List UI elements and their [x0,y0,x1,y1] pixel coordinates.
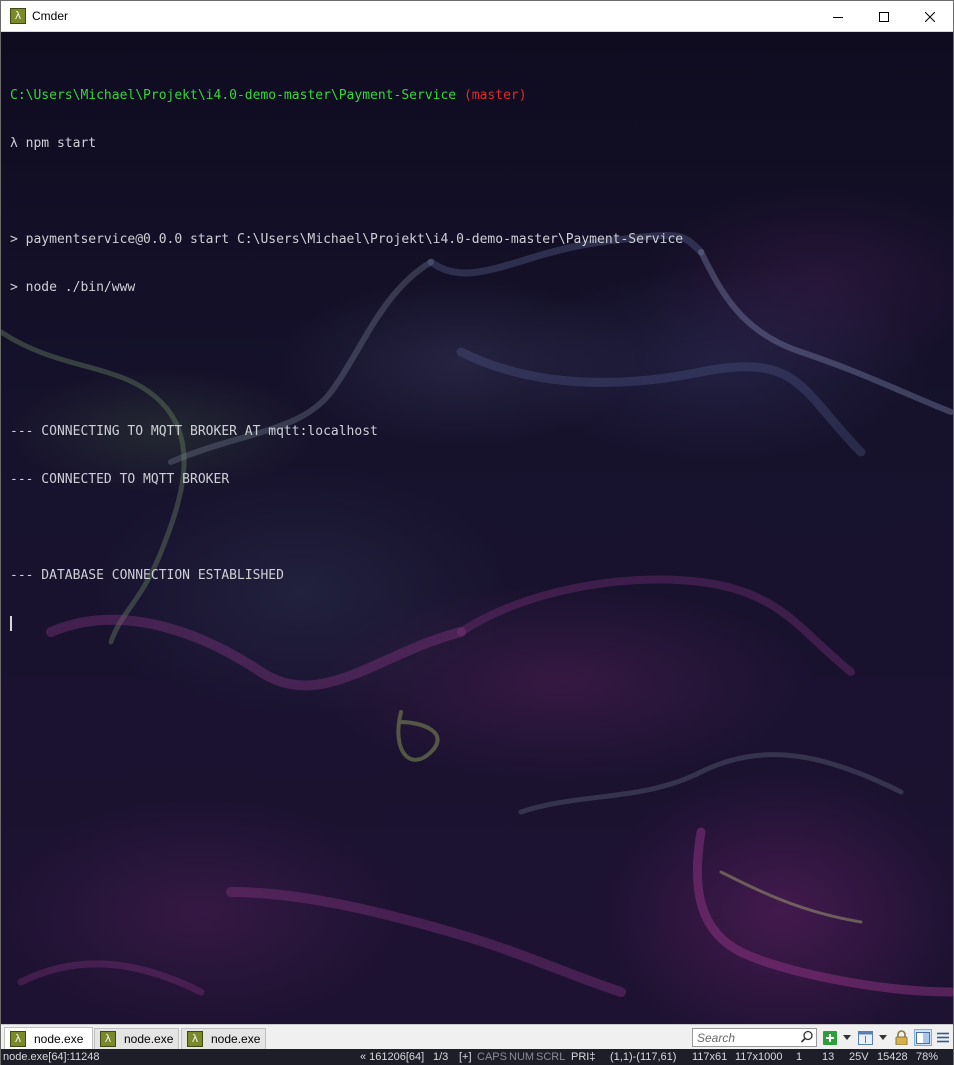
window-title: Cmder [32,9,69,23]
console-list-dropdown[interactable] [877,1029,889,1046]
command-line: λ npm start [10,136,97,151]
output-line: > node ./bin/www [10,280,136,295]
output-line: > paymentservice@0.0.0 start C:\Users\Mi… [10,232,684,247]
git-branch: (master) [456,88,527,103]
status-zoom[interactable]: 78% [916,1049,938,1065]
status-num[interactable]: NUM [509,1049,534,1065]
lambda-icon: λ [100,1031,116,1047]
new-console-button[interactable] [822,1029,837,1046]
output-line: --- DATABASE CONNECTION ESTABLISHED [10,568,284,583]
maximize-icon [879,11,889,22]
title-bar[interactable]: λ Cmder [1,1,953,32]
app-icon[interactable]: λ [10,8,26,24]
lambda-icon: λ [187,1031,203,1047]
status-field1[interactable]: 1 [796,1049,802,1065]
status-selection[interactable]: (1,1)-(117,61) [610,1049,676,1065]
minimize-icon [833,16,843,18]
close-button[interactable] [907,1,953,32]
tab-node-1[interactable]: λ node.exe [4,1027,93,1049]
status-buffer[interactable]: « 161206[64] [360,1049,424,1065]
console-list-icon [858,1030,873,1045]
text-cursor [10,616,12,631]
status-caps[interactable]: CAPS [477,1049,507,1065]
close-icon [925,11,935,22]
status-field3[interactable]: 25V [849,1049,869,1065]
lock-icon [895,1030,907,1045]
output-line: --- CONNECTED TO MQTT BROKER [10,472,230,487]
tab-bar: λ node.exe λ node.exe λ node.exe [1,1024,953,1049]
search-icon[interactable] [800,1030,814,1049]
status-field4[interactable]: 15428 [877,1049,908,1065]
cmder-window: λ Cmder C:\Users\Michael\Projekt\i4.0-de… [0,0,954,1065]
new-console-icon [822,1030,837,1045]
cursor-line [10,616,683,632]
split-view-button[interactable] [914,1029,932,1046]
prompt-path: C:\Users\Michael\Projekt\i4.0-demo-maste… [10,88,457,103]
status-process[interactable]: node.exe[64]:11248 [3,1049,99,1065]
output-line: --- CONNECTING TO MQTT BROKER AT mqtt:lo… [10,424,378,439]
prompt-line: C:\Users\Michael\Projekt\i4.0-demo-maste… [10,88,683,104]
split-view-icon [916,1031,930,1044]
status-console-index[interactable]: 1/3 [433,1049,448,1065]
search-input[interactable] [697,1030,797,1045]
new-console-dropdown[interactable] [841,1029,853,1046]
status-scrl[interactable]: SCRL [536,1049,565,1065]
search-box [692,1028,817,1047]
tab-label: node.exe [34,1031,84,1046]
dropdown-icon [843,1035,851,1040]
maximize-button[interactable] [861,1,907,32]
lambda-icon: λ [10,1030,26,1047]
status-field2[interactable]: 13 [822,1049,834,1065]
tab-node-2[interactable]: λ node.exe [94,1028,179,1049]
terminal-output: C:\Users\Michael\Projekt\i4.0-demo-maste… [10,56,683,664]
status-pri[interactable]: PRI‡ [571,1049,595,1065]
tab-node-3[interactable]: λ node.exe [181,1028,266,1049]
lock-button[interactable] [893,1029,909,1046]
status-bar: node.exe[64]:11248 « 161206[64] 1/3 [+] … [1,1049,953,1065]
status-buffer-size[interactable]: 117x1000 [735,1049,783,1065]
tab-label: node.exe [124,1032,174,1046]
status-size[interactable]: 117x61 [692,1049,727,1065]
menu-button[interactable] [935,1029,951,1046]
status-plus[interactable]: [+] [459,1049,472,1065]
tab-label: node.exe [211,1032,261,1046]
menu-icon [937,1032,949,1043]
minimize-button[interactable] [815,1,861,32]
console-list-button[interactable] [857,1029,874,1046]
dropdown-icon [879,1035,887,1040]
terminal-area[interactable]: C:\Users\Michael\Projekt\i4.0-demo-maste… [1,32,953,1024]
